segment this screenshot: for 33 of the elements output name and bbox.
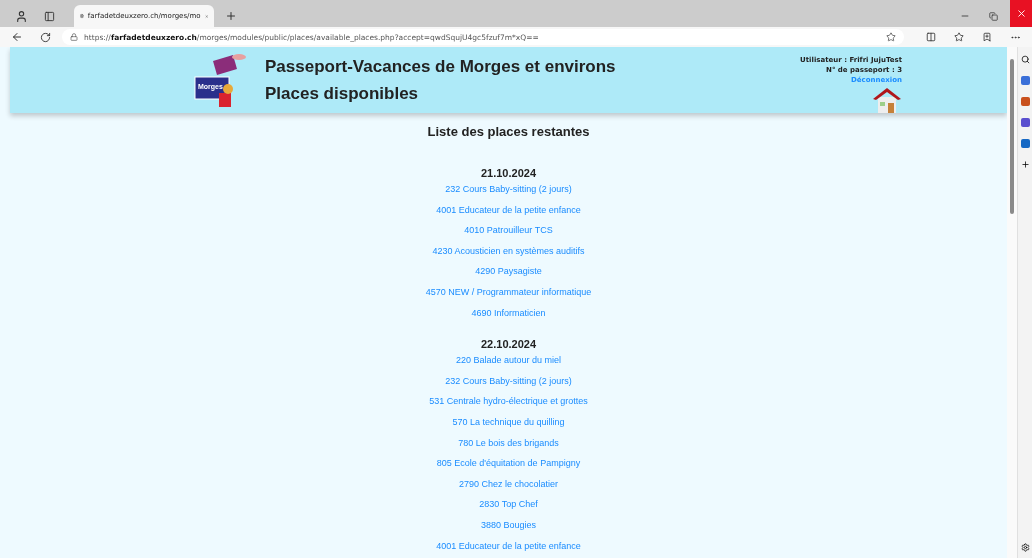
sidebar-app-icon[interactable] bbox=[1020, 118, 1030, 127]
settings-icon[interactable] bbox=[1020, 543, 1030, 552]
search-icon[interactable] bbox=[1020, 55, 1030, 64]
place-link[interactable]: 220 Balade autour du miel bbox=[455, 355, 562, 367]
scrollbar-thumb[interactable] bbox=[1010, 59, 1014, 214]
place-link[interactable]: 4290 Paysagiste bbox=[475, 266, 542, 278]
place-link[interactable]: 4230 Acousticien en systèmes auditifs bbox=[432, 245, 585, 257]
add-icon[interactable] bbox=[1020, 160, 1030, 169]
sidebar-app-icon[interactable] bbox=[1020, 97, 1030, 106]
sidebar-app-icon[interactable] bbox=[1020, 139, 1030, 148]
site-title: Passeport-Vacances de Morges et environs bbox=[265, 56, 616, 77]
date-heading: 21.10.2024 bbox=[480, 167, 536, 179]
place-link[interactable]: 232 Cours Baby-sitting (2 jours) bbox=[445, 184, 572, 195]
sidebar-app-icon[interactable] bbox=[1020, 76, 1030, 85]
place-link[interactable]: 805 Ecole d'équitation de Pampigny bbox=[436, 458, 581, 470]
list-title: Liste des places restantes bbox=[427, 124, 590, 139]
place-link[interactable]: 4570 NEW / Programmateur informatique bbox=[425, 286, 592, 298]
place-link[interactable]: 4010 Patrouilleur TCS bbox=[464, 225, 553, 237]
place-link[interactable]: 531 Centrale hydro-électrique et grottes bbox=[429, 396, 588, 408]
place-link[interactable]: 2830 Top Chef bbox=[479, 499, 538, 511]
lock-icon[interactable] bbox=[70, 33, 78, 41]
place-link[interactable]: 570 La technique du quilling bbox=[452, 416, 565, 428]
place-link[interactable]: 4001 Educateur de la petite enfance bbox=[436, 204, 581, 216]
place-link[interactable]: 232 Cours Baby-sitting (2 jours) bbox=[445, 375, 572, 387]
favorite-icon[interactable] bbox=[886, 32, 896, 42]
place-link[interactable]: 4001 Educateur de la petite enfance bbox=[436, 540, 581, 552]
house-icon bbox=[872, 86, 902, 114]
place-link[interactable]: 3880 Bougies bbox=[480, 519, 536, 531]
date-heading: 22.10.2024 bbox=[480, 338, 537, 351]
place-link[interactable]: 2790 Chez le chocolatier bbox=[458, 478, 559, 490]
place-link[interactable]: 780 Le bois des brigands bbox=[458, 437, 559, 449]
place-link[interactable]: 4690 Informaticien bbox=[471, 307, 546, 319]
page-title: Places disponibles bbox=[265, 83, 420, 104]
